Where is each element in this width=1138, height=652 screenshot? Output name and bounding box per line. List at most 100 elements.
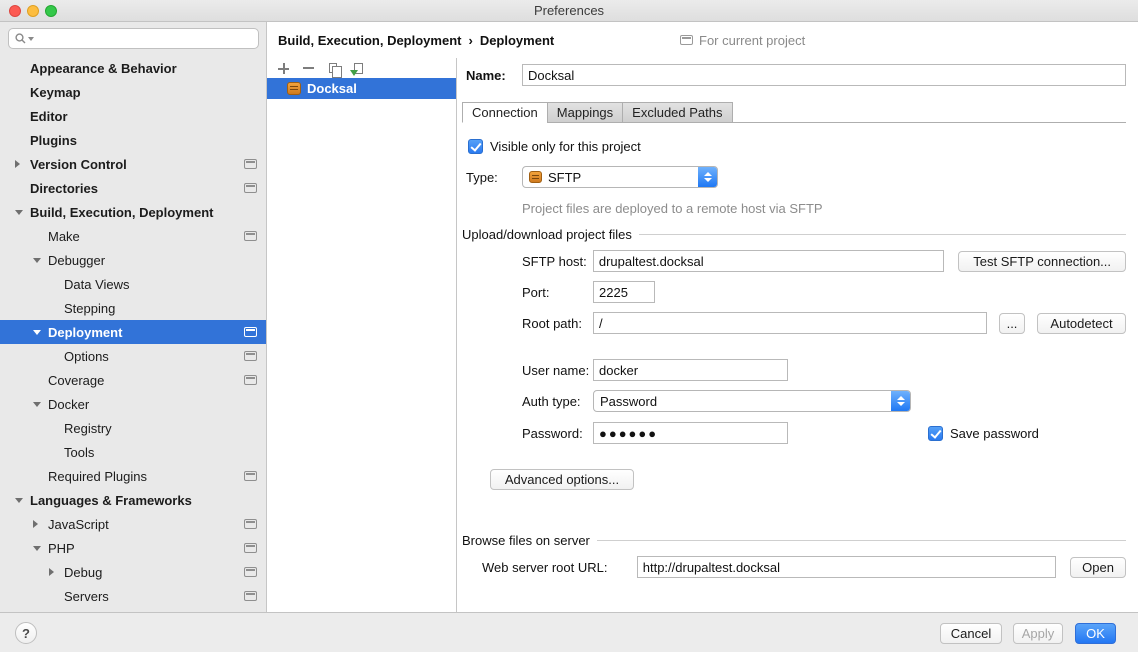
paste-server-button[interactable] [350, 60, 366, 76]
preferences-window: Preferences Appearance & Behavior Keymap… [0, 0, 1138, 652]
item-label: Keymap [30, 85, 81, 100]
advanced-options-button[interactable]: Advanced options... [490, 469, 634, 490]
help-button[interactable]: ? [15, 622, 37, 644]
ok-button[interactable]: OK [1075, 623, 1116, 644]
current-project-icon [244, 543, 257, 553]
password-field[interactable] [593, 422, 788, 444]
sidebar-item-debug[interactable]: Debug [0, 560, 266, 584]
sidebar-item-stepping[interactable]: Stepping [0, 296, 266, 320]
user-name-field[interactable] [593, 359, 788, 381]
sidebar-item-editor[interactable]: Editor [0, 104, 266, 128]
browse-section-title: Browse files on server [462, 533, 590, 548]
chevron-down-icon[interactable] [15, 210, 23, 215]
sidebar-item-php[interactable]: PHP [0, 536, 266, 560]
item-label: PHP [48, 541, 75, 556]
breadcrumb: Build, Execution, Deployment › Deploymen… [278, 22, 554, 58]
sidebar-item-languages-frameworks[interactable]: Languages & Frameworks [0, 488, 266, 512]
dropdown-stepper-icon[interactable] [891, 391, 910, 411]
open-button[interactable]: Open [1070, 557, 1126, 578]
chevron-down-icon[interactable] [33, 546, 41, 551]
type-help-text: Project files are deployed to a remote h… [522, 201, 823, 216]
project-scope: For current project [680, 22, 805, 58]
upload-section-title: Upload/download project files [462, 227, 632, 242]
current-project-icon [680, 35, 693, 45]
chevron-down-icon[interactable] [33, 330, 41, 335]
autodetect-button[interactable]: Autodetect [1037, 313, 1126, 334]
sidebar-item-keymap[interactable]: Keymap [0, 80, 266, 104]
current-project-icon [244, 567, 257, 577]
root-path-label: Root path: [522, 316, 593, 331]
type-value: SFTP [548, 170, 581, 185]
port-label: Port: [522, 285, 593, 300]
save-password-checkbox[interactable] [928, 426, 943, 441]
search-input[interactable] [38, 32, 252, 46]
web-server-root-url-field[interactable] [637, 556, 1056, 578]
auth-type-select[interactable]: Password [593, 390, 911, 412]
test-sftp-connection-button[interactable]: Test SFTP connection... [958, 251, 1126, 272]
item-label: Directories [30, 181, 98, 196]
add-server-button[interactable] [275, 60, 291, 76]
tab-mappings[interactable]: Mappings [547, 102, 623, 123]
sftp-host-field[interactable] [593, 250, 944, 272]
browse-root-path-button[interactable]: ... [999, 313, 1025, 334]
breadcrumb-parent[interactable]: Build, Execution, Deployment [278, 33, 461, 48]
sidebar-item-data-views[interactable]: Data Views [0, 272, 266, 296]
dropdown-stepper-icon[interactable] [698, 167, 717, 187]
sidebar-item-directories[interactable]: Directories [0, 176, 266, 200]
chevron-down-icon[interactable] [33, 258, 41, 263]
settings-sidebar: Appearance & Behavior Keymap Editor Plug… [0, 22, 267, 612]
sidebar-item-tools[interactable]: Tools [0, 440, 266, 464]
visible-project-label: Visible only for this project [490, 139, 641, 154]
sidebar-item-coverage[interactable]: Coverage [0, 368, 266, 392]
sidebar-item-required-plugins[interactable]: Required Plugins [0, 464, 266, 488]
item-label: Appearance & Behavior [30, 61, 177, 76]
item-label: Plugins [30, 133, 77, 148]
chevron-right-icon[interactable] [15, 160, 20, 168]
item-label: Data Views [64, 277, 130, 292]
tab-connection[interactable]: Connection [462, 102, 548, 123]
current-project-icon [244, 231, 257, 241]
settings-search[interactable] [8, 28, 259, 49]
chevron-right-icon[interactable] [33, 520, 38, 528]
name-field[interactable] [522, 64, 1126, 86]
server-list-item[interactable]: Docksal [267, 78, 456, 99]
sidebar-item-registry[interactable]: Registry [0, 416, 266, 440]
sidebar-item-plugins[interactable]: Plugins [0, 128, 266, 152]
item-label: Registry [64, 421, 112, 436]
user-name-label: User name: [522, 363, 593, 378]
sftp-server-icon [287, 82, 301, 95]
titlebar: Preferences [0, 0, 1138, 22]
sidebar-item-build-execution-deployment[interactable]: Build, Execution, Deployment [0, 200, 266, 224]
chevron-right-icon[interactable] [49, 568, 54, 576]
sidebar-item-deployment[interactable]: Deployment [0, 320, 266, 344]
item-label: Build, Execution, Deployment [30, 205, 213, 220]
copy-server-button[interactable] [325, 60, 341, 76]
breadcrumb-separator-icon: › [468, 33, 472, 48]
sidebar-item-debugger[interactable]: Debugger [0, 248, 266, 272]
chevron-down-icon[interactable] [33, 402, 41, 407]
sidebar-item-options[interactable]: Options [0, 344, 266, 368]
visible-project-checkbox[interactable] [468, 139, 483, 154]
chevron-down-icon[interactable] [15, 498, 23, 503]
current-project-icon [244, 375, 257, 385]
sidebar-item-javascript[interactable]: JavaScript [0, 512, 266, 536]
copy-icon [329, 63, 337, 73]
type-label: Type: [466, 170, 522, 185]
sidebar-item-docker[interactable]: Docker [0, 392, 266, 416]
cancel-button[interactable]: Cancel [940, 623, 1002, 644]
root-path-field[interactable] [593, 312, 987, 334]
port-field[interactable] [593, 281, 655, 303]
web-root-label: Web server root URL: [482, 560, 637, 575]
sidebar-item-make[interactable]: Make [0, 224, 266, 248]
breadcrumb-current: Deployment [480, 33, 554, 48]
search-options-caret-icon[interactable] [28, 37, 34, 41]
settings-tree: Appearance & Behavior Keymap Editor Plug… [0, 56, 266, 608]
apply-button[interactable]: Apply [1013, 623, 1063, 644]
item-label: Docker [48, 397, 89, 412]
type-select[interactable]: SFTP [522, 166, 718, 188]
sidebar-item-appearance-behavior[interactable]: Appearance & Behavior [0, 56, 266, 80]
remove-server-button[interactable] [300, 60, 316, 76]
tab-excluded-paths[interactable]: Excluded Paths [622, 102, 732, 123]
sidebar-item-servers[interactable]: Servers [0, 584, 266, 608]
sidebar-item-version-control[interactable]: Version Control [0, 152, 266, 176]
